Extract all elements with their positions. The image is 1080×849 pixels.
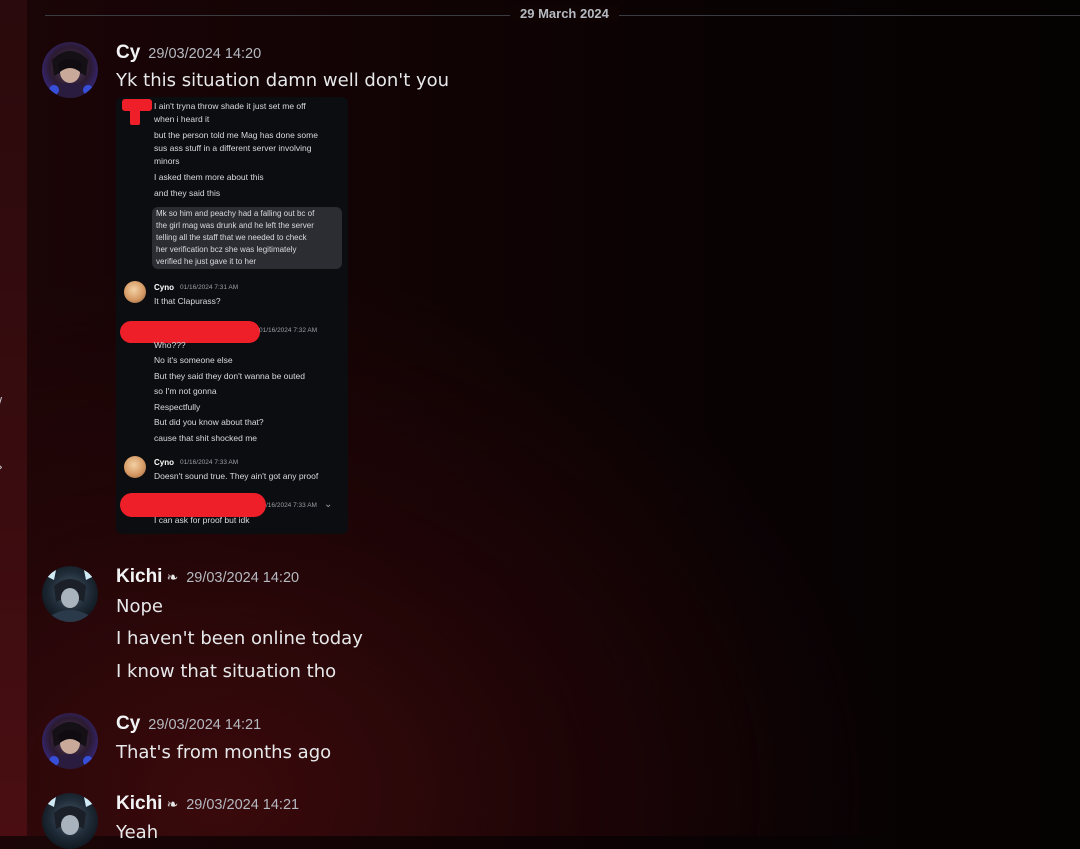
image-attachment[interactable]: I ain't tryna throw shade it just set me… [116, 97, 348, 534]
server-sidebar-edge: / › [0, 0, 27, 836]
message-header: Cy 29/03/2024 14:21 [116, 713, 261, 735]
quote-text: telling all the staff that we needed to … [156, 233, 307, 242]
attachment-text: I ain't tryna throw shade it just set me… [154, 101, 306, 111]
message-text: I haven't been online today [116, 628, 363, 649]
attachment-author: Cyno [154, 458, 174, 467]
attachment-text: so I'm not gonna [154, 386, 217, 396]
attachment-text: No it's someone else [154, 355, 233, 365]
sidebar-fragment: / [0, 395, 2, 409]
attachment-text: But did you know about that? [154, 417, 264, 427]
attachment-timestamp: 01/16/2024 7:32 AM [259, 327, 318, 334]
quote-text: Mk so him and peachy had a falling out b… [156, 209, 315, 218]
attachment-text: I can ask for proof but idk [154, 515, 250, 525]
attachment-text: But they said they don't wanna be outed [154, 371, 305, 381]
redaction-mark [130, 105, 140, 125]
avatar-kichi[interactable] [42, 566, 98, 622]
attachment-text: Respectfully [154, 402, 201, 412]
attachment-text: when i heard it [154, 114, 210, 124]
attachment-text: Who??? [154, 340, 186, 350]
author-name[interactable]: Cy [116, 713, 140, 734]
author-name[interactable]: Kichi [116, 793, 162, 814]
timestamp[interactable]: 29/03/2024 14:20 [148, 46, 261, 62]
attachment-text: I asked them more about this [154, 172, 264, 182]
attachment-timestamp: 01/16/2024 7:33 AM [180, 459, 239, 466]
quote-text: the girl mag was drunk and he left the s… [156, 221, 314, 230]
quote-text: verified he just gave it to her [156, 257, 257, 266]
avatar-cy[interactable] [42, 713, 98, 769]
message-text: That's from months ago [116, 742, 332, 763]
message-header: Kichi ❧ 29/03/2024 14:20 [116, 566, 299, 588]
attachment-text: It that Clapurass? [154, 296, 221, 306]
message-header: Cy 29/03/2024 14:20 [116, 42, 261, 64]
author-name[interactable]: Cy [116, 42, 140, 63]
quoted-message: Mk so him and peachy had a falling out b… [152, 207, 342, 269]
attachment-text: minors [154, 156, 180, 166]
timestamp[interactable]: 29/03/2024 14:21 [186, 797, 299, 813]
quote-text: her verification bcz she was legitimatel… [156, 245, 297, 254]
avatar-kichi[interactable] [42, 793, 98, 849]
attachment-text: and they said this [154, 188, 221, 198]
avatar-cyno [124, 456, 146, 478]
leaf-emoji-icon: ❧ [166, 570, 179, 586]
attachment-text: sus ass stuff in a different server invo… [154, 143, 312, 153]
chevron-down-icon: ⌄ [324, 499, 333, 510]
leaf-emoji-icon: ❧ [166, 797, 179, 813]
message-header: Kichi ❧ 29/03/2024 14:21 [116, 793, 299, 815]
avatar-cy[interactable] [42, 42, 98, 98]
attachment-author: Cyno [154, 283, 174, 292]
attachment-text: cause that shit shocked me [154, 433, 258, 443]
redaction-mark [120, 493, 266, 517]
timestamp[interactable]: 29/03/2024 14:21 [148, 717, 261, 733]
attachment-text: Doesn't sound true. They ain't got any p… [154, 471, 319, 481]
message-text: I know that situation tho [116, 661, 337, 682]
date-divider-label: 29 March 2024 [510, 6, 619, 21]
timestamp[interactable]: 29/03/2024 14:20 [186, 570, 299, 586]
sidebar-fragment: › [0, 460, 3, 474]
redaction-mark [120, 321, 260, 343]
attachment-text: but the person told me Mag has done some [154, 130, 318, 140]
attachment-timestamp: /16/2024 7:33 AM [266, 502, 317, 509]
avatar-cyno [124, 281, 146, 303]
message-text: Yeah [116, 822, 159, 843]
message-text: Nope [116, 596, 163, 617]
author-name[interactable]: Kichi [116, 566, 162, 587]
message-text: Yk this situation damn well don't you [116, 70, 450, 91]
attachment-timestamp: 01/16/2024 7:31 AM [180, 284, 239, 291]
